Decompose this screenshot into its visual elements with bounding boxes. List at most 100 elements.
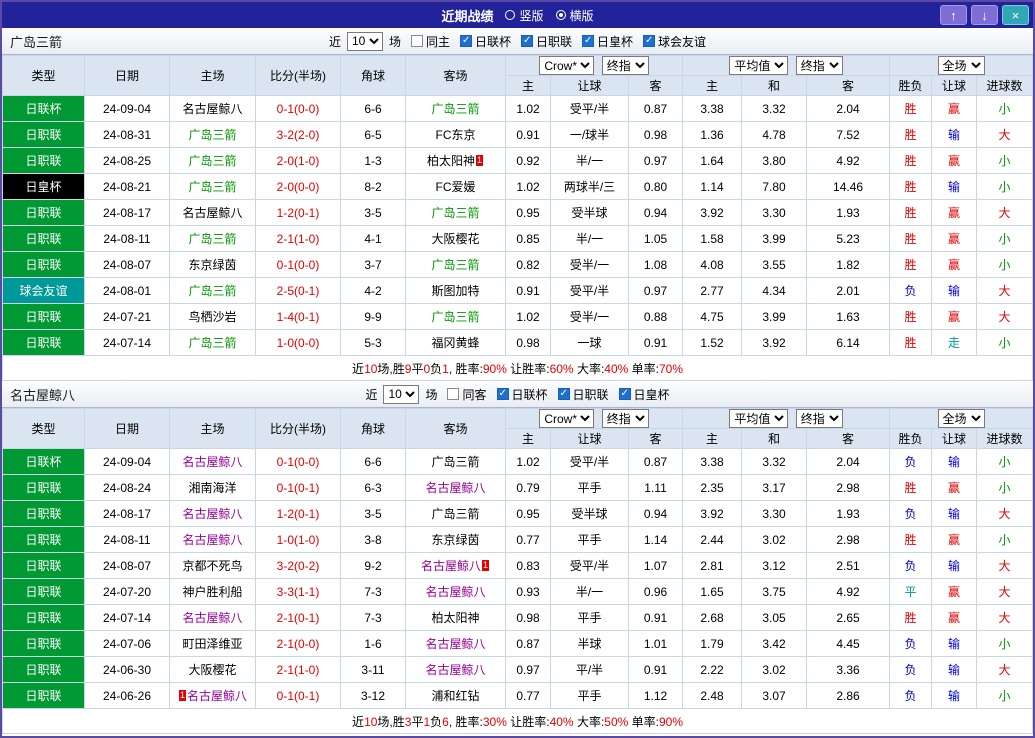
result-wdl: 胜 <box>889 121 933 148</box>
summary-segment: 40% <box>549 714 574 729</box>
filter-checkbox[interactable]: 日皇杯 <box>618 386 670 403</box>
odds-home: 0.87 <box>505 630 551 657</box>
odds-home: 0.85 <box>505 225 551 252</box>
filter-checkbox[interactable]: 日职联 <box>521 33 572 50</box>
odds-line: 受半/一 <box>550 251 629 278</box>
radio-horizontal-layout[interactable]: 横版 <box>555 7 594 24</box>
odds-home: 0.77 <box>505 526 551 553</box>
filter-checkbox[interactable]: 日联杯 <box>459 33 511 50</box>
filter-checkbox[interactable]: 日职联 <box>557 386 609 403</box>
odds-away: 0.94 <box>627 199 684 226</box>
match-count-select[interactable]: 10 <box>346 31 383 51</box>
average-group-header: 平均值 终指 <box>682 55 891 76</box>
match-date: 24-06-26 <box>84 682 170 709</box>
col-odds-home: 主 <box>505 75 551 96</box>
team-name-text: 浦和红钻 <box>431 689 480 703</box>
checkbox-checked-icon <box>618 388 631 400</box>
odds-line: 受半球 <box>550 500 629 527</box>
radio-icon <box>555 10 566 20</box>
team-name-text: 名古屋鲸八 <box>425 637 486 651</box>
team-name-text: 名古屋鲸八 <box>425 663 486 677</box>
summary-segment: 负 <box>430 361 443 376</box>
filter-checkbox[interactable]: 日联杯 <box>496 386 548 403</box>
arrow-down-icon: ↓ <box>981 7 988 23</box>
arrow-up-icon: ↑ <box>950 7 957 23</box>
recent-results-window: 近期战绩 竖版 横版 ↑ ↓ × 广岛三箭 近 10 场 同主日联杯日职联日皇杯… <box>0 0 1035 738</box>
filter-bar: 近 10 场 同客 日联杯 日职联 日皇杯 <box>365 384 670 404</box>
result-wdl: 胜 <box>889 173 933 200</box>
close-button[interactable]: × <box>1002 5 1029 25</box>
match-count-select[interactable]: 10 <box>383 384 420 404</box>
filter-checkbox[interactable]: 同主 <box>410 33 450 50</box>
match-row: 日联杯 24-09-04 名古屋鲸八 0-1(0-0) 6-6 广岛三箭 1.02 受平/半 0… <box>2 448 1034 475</box>
team-name-text: 福冈黄蜂 <box>431 336 480 350</box>
away-team: 浦和红钻 <box>405 682 506 709</box>
average-source-select[interactable]: 平均值 <box>729 56 789 75</box>
odds-home: 0.92 <box>505 147 551 174</box>
summary-segment: , 胜率: <box>448 714 483 729</box>
summary-segment: 让胜率: <box>506 714 550 729</box>
radio-vertical-layout[interactable]: 竖版 <box>505 7 544 24</box>
avg-home: 2.77 <box>682 277 743 304</box>
odds-line: 受半/一 <box>550 303 629 330</box>
odds-source-select[interactable]: Crow* <box>539 409 595 428</box>
average-time-select[interactable]: 终指 <box>795 409 843 428</box>
odds-home: 0.91 <box>505 121 551 148</box>
odds-away: 1.05 <box>627 225 684 252</box>
avg-draw: 3.32 <box>741 448 808 475</box>
team-name-text: 名古屋鲸八 <box>182 533 243 547</box>
match-type: 日职联 <box>2 656 85 683</box>
team-name-text: 柏太阳神 <box>431 611 480 625</box>
scope-select[interactable]: 全场 <box>937 56 985 75</box>
result-wdl: 负 <box>889 682 933 709</box>
odds-time-select[interactable]: 终指 <box>601 56 649 75</box>
result-handicap: 赢 <box>931 251 978 278</box>
matches-label: 场 <box>425 387 438 402</box>
result-handicap: 走 <box>931 329 978 356</box>
result-wdl: 胜 <box>889 251 933 278</box>
result-goals: 小 <box>976 147 1034 174</box>
avg-away: 1.82 <box>806 251 891 278</box>
col-odds-line: 让球 <box>550 75 629 96</box>
match-score: 2-1(0-0) <box>255 630 341 657</box>
summary-segment: 40% <box>604 361 629 376</box>
match-type: 日职联 <box>2 682 85 709</box>
team-name-text: 广岛三箭 <box>188 284 237 298</box>
scope-select[interactable]: 全场 <box>937 409 985 428</box>
filter-checkbox-label: 日皇杯 <box>633 387 670 402</box>
average-time-select[interactable]: 终指 <box>795 56 843 75</box>
match-date: 24-08-21 <box>84 173 170 200</box>
match-type: 日皇杯 <box>2 173 85 200</box>
corner-score: 6-3 <box>340 474 406 501</box>
result-goals: 大 <box>976 656 1034 683</box>
scroll-up-button[interactable]: ↑ <box>940 5 967 25</box>
avg-draw: 3.80 <box>741 147 808 174</box>
odds-source-select[interactable]: Crow* <box>539 56 595 75</box>
odds-home: 1.02 <box>505 303 551 330</box>
home-team: 广岛三箭 <box>169 147 256 174</box>
result-handicap: 赢 <box>931 147 978 174</box>
average-source-select[interactable]: 平均值 <box>729 409 789 428</box>
result-goals: 大 <box>976 552 1034 579</box>
filter-checkbox[interactable]: 日皇杯 <box>582 33 633 50</box>
result-goals: 大 <box>976 500 1034 527</box>
result-handicap: 赢 <box>931 225 978 252</box>
avg-draw: 3.32 <box>741 95 808 122</box>
match-row: 日职联 24-07-14 名古屋鲸八 2-1(0-1) 7-3 柏太阳神 0.98 平手 0.9… <box>2 604 1034 631</box>
filter-checkbox[interactable]: 同客 <box>447 386 487 403</box>
match-score: 2-1(0-1) <box>255 604 341 631</box>
away-team: 名古屋鲸八 <box>405 474 506 501</box>
odds-time-select[interactable]: 终指 <box>601 409 649 428</box>
summary-segment: 近 <box>352 361 365 376</box>
avg-draw: 3.02 <box>741 656 808 683</box>
filter-checkbox[interactable]: 球会友谊 <box>643 33 706 50</box>
avg-draw: 3.02 <box>741 526 808 553</box>
scroll-down-button[interactable]: ↓ <box>971 5 998 25</box>
away-team: FC爱媛 <box>405 173 506 200</box>
team-name-text: 名古屋鲸八 <box>182 611 243 625</box>
summary-segment: 6 <box>442 714 449 729</box>
match-date: 24-07-21 <box>84 303 170 330</box>
result-wdl: 负 <box>889 552 933 579</box>
match-date: 24-08-24 <box>84 474 170 501</box>
match-date: 24-08-11 <box>84 225 170 252</box>
